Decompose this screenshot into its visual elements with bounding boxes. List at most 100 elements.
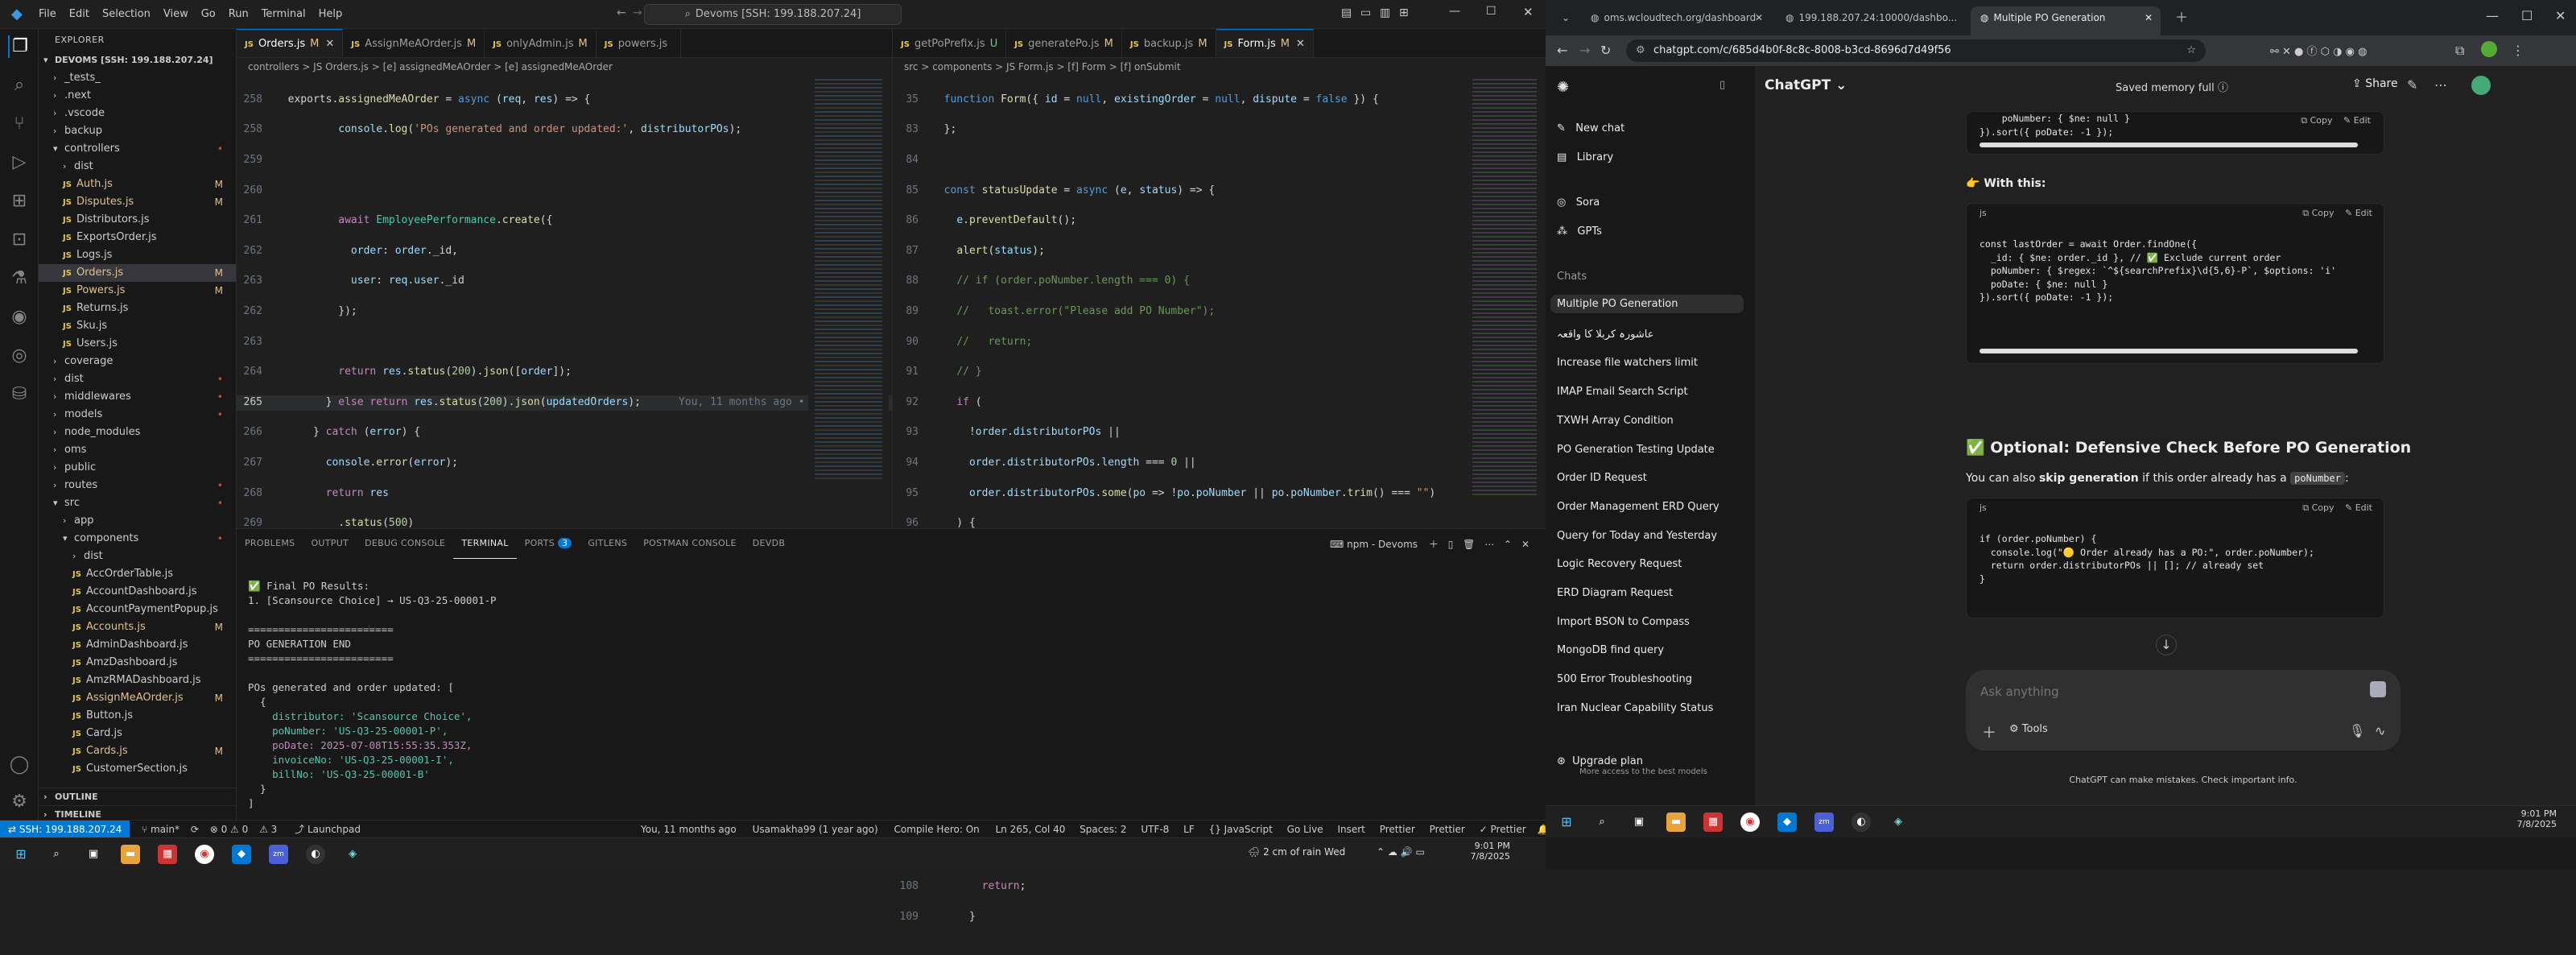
back-icon[interactable]: ← (1557, 43, 1567, 58)
extension-icons[interactable]: ⚯ ✕ ● ⓕ ⬡ ◑ ◉ ◍ (2270, 43, 2367, 58)
editor-left-tab[interactable]: JS AssignMeAOrder.js M (343, 30, 485, 57)
chat-history-item[interactable]: Iran Nuclear Capability Status (1557, 702, 1713, 714)
panel-tab-output[interactable]: OUTPUT (303, 529, 357, 558)
panel-tab-devdb[interactable]: DEVDB (745, 529, 793, 558)
source-control-icon[interactable]: ⑂ (8, 113, 31, 135)
new-chat-icon[interactable]: ✎ (2407, 77, 2417, 93)
editor-left-tab[interactable]: JS onlyAdmin.js M (485, 30, 597, 57)
code-block-2-scrollbar[interactable] (1979, 349, 2358, 353)
prettier-2[interactable]: Prettier (1430, 824, 1465, 835)
chat-history-item[interactable]: IMAP Email Search Script (1557, 386, 1688, 398)
warnings-indicator[interactable]: ⚠ 3 (259, 824, 277, 835)
tree-item[interactable]: JS Orders.js M (39, 264, 236, 282)
tree-item[interactable]: JS Sku.js (39, 317, 236, 335)
tree-item[interactable]: JS Cards.js M (39, 742, 236, 760)
zoom-icon[interactable]: zm (269, 845, 288, 864)
tree-item[interactable]: JS Disputes.js M (39, 193, 236, 211)
chat-history-item[interactable]: Import BSON to Compass (1557, 616, 1690, 628)
panel-tab-problems[interactable]: PROBLEMS (237, 529, 303, 558)
customize-layout-icon[interactable]: ⊞ (1399, 6, 1409, 19)
tree-item[interactable]: JS ExportsOrder.js (39, 229, 236, 246)
new-terminal-icon[interactable]: ＋ (1429, 539, 1439, 550)
remote-explorer-icon[interactable]: ⊡ (8, 229, 31, 251)
testing-icon[interactable]: ⚗ (8, 267, 31, 290)
edit-button[interactable]: ✎ Edit (2343, 115, 2371, 126)
task-view-icon[interactable]: ▣ (1629, 812, 1649, 832)
windows-start-icon[interactable]: ⊞ (11, 845, 31, 864)
tree-item[interactable]: › coverage (39, 353, 236, 370)
tree-item[interactable]: JS Users.js (39, 335, 236, 353)
prompt-input[interactable] (1980, 681, 2334, 702)
compile-hero-status[interactable]: Compile Hero: On (894, 824, 980, 835)
chat-history-item[interactable]: Query for Today and Yesterday (1557, 530, 1717, 542)
menu-view[interactable]: View (157, 0, 195, 29)
terminal-output[interactable]: ✅ Final PO Results: 1. [Scansource Choice… (248, 564, 497, 825)
indentation[interactable]: Spaces: 2 (1080, 824, 1126, 835)
edit-button[interactable]: ✎ Edit (2345, 502, 2372, 513)
search-icon[interactable]: ⌕ (1592, 812, 1612, 832)
panel-tab-terminal[interactable]: TERMINAL (453, 529, 517, 559)
mic-icon[interactable]: 🎙 (2349, 723, 2365, 738)
scroll-down-icon[interactable]: ↓ (2156, 635, 2177, 655)
address-bar[interactable]: ⚙ chatgpt.com/c/685d4b0f-8c8c-8008-b3cd-… (1626, 39, 2206, 62)
remote-indicator[interactable]: ⇄ SSH: 199.188.207.24 (0, 821, 130, 838)
tree-item[interactable]: JS Distributors.js (39, 211, 236, 229)
layout-panel-icon[interactable]: ▭ (1360, 6, 1371, 19)
encoding[interactable]: UTF-8 (1141, 824, 1169, 835)
memory-status[interactable]: Saved memory full ⓘ (2116, 79, 2228, 94)
editor-right-tab[interactable]: JS backup.js M (1122, 30, 1216, 57)
close-icon[interactable]: ✕ (2555, 8, 2566, 23)
tree-item[interactable]: JS Powers.js M (39, 282, 236, 300)
eol[interactable]: LF (1183, 824, 1195, 835)
editor-right-tab[interactable]: JS Form.js M ✕ (1216, 29, 1314, 57)
chat-history-item[interactable]: Order ID Request (1557, 472, 1647, 484)
menu-help[interactable]: Help (312, 0, 349, 29)
tree-item[interactable]: JS CustomerSection.js (39, 760, 236, 778)
store-icon[interactable]: ▦ (1703, 812, 1723, 832)
go-live-button[interactable]: Go Live (1287, 824, 1323, 835)
tree-item[interactable]: › node_modules (39, 424, 236, 441)
tree-item[interactable]: JS Auth.js M (39, 176, 236, 193)
panel-tab-gitlens[interactable]: GITLENS (580, 529, 635, 558)
tab-switcher-icon[interactable]: ⌄ (1552, 6, 1579, 35)
chrome-icon[interactable]: ◉ (1740, 812, 1760, 832)
account-icon[interactable]: ◯ (8, 754, 31, 776)
clock[interactable]: 9:01 PM 7/8/2025 (1462, 841, 1510, 862)
more-options-icon[interactable]: ⋯ (2434, 77, 2447, 93)
run-debug-icon[interactable]: ▷ (8, 151, 31, 174)
maximize-icon[interactable]: ☐ (1486, 5, 1496, 18)
tree-item[interactable]: ▾ components • (39, 530, 236, 548)
minimize-icon[interactable]: — (2486, 8, 2499, 23)
menu-terminal[interactable]: Terminal (255, 0, 312, 29)
upgrade-plan-button[interactable]: ⊛ Upgrade plan More access to the best m… (1557, 755, 1707, 776)
launchpad-button[interactable]: ⤴ Launchpad (295, 824, 361, 835)
close-tab-icon[interactable]: ✕ (325, 38, 334, 50)
tree-item[interactable]: › .vscode (39, 105, 236, 122)
panel-tab-debug-console[interactable]: DEBUG CONSOLE (357, 529, 453, 558)
cursor-position[interactable]: Ln 265, Col 40 (996, 824, 1066, 835)
library-button[interactable]: ▤ Library (1557, 151, 1613, 163)
tree-item[interactable]: › app (39, 512, 236, 530)
layout-sidebar-icon[interactable]: ▤ (1341, 6, 1352, 19)
tree-item[interactable]: › oms (39, 441, 236, 459)
nav-back-icon[interactable]: ← (617, 6, 626, 19)
profile-avatar[interactable] (2481, 41, 2497, 57)
tree-item[interactable]: JS AccountPaymentPopup.js (39, 601, 236, 618)
copy-button[interactable]: ⧉ Copy (2302, 502, 2334, 513)
tree-item[interactable]: › public (39, 459, 236, 477)
kill-terminal-icon[interactable]: 🗑 (1463, 539, 1475, 550)
command-center[interactable]: ⌕ Devoms [SSH: 199.188.207.24] (644, 4, 902, 25)
nav-forward-icon[interactable]: → (633, 6, 642, 19)
chrome-icon[interactable]: ◉ (195, 845, 214, 864)
system-tray-icons[interactable]: ⌃ ☁ 🔊 ▭ (1377, 846, 1425, 858)
tree-item[interactable]: › middlewares • (39, 388, 236, 406)
tree-item[interactable]: › dist • (39, 370, 236, 388)
file-explorer-icon[interactable]: ▬ (121, 845, 140, 864)
tree-item[interactable]: JS AccountDashboard.js (39, 583, 236, 601)
database-icon[interactable]: ⛁ (8, 383, 31, 406)
maximize-panel-icon[interactable]: ⌃ (1504, 539, 1512, 550)
gpts-button[interactable]: ⁂ GPTs (1557, 225, 1602, 238)
editor-left-tab[interactable]: JS powers.js (597, 30, 682, 57)
tree-item[interactable]: JS Card.js (39, 725, 236, 742)
close-panel-icon[interactable]: ✕ (1521, 539, 1530, 550)
